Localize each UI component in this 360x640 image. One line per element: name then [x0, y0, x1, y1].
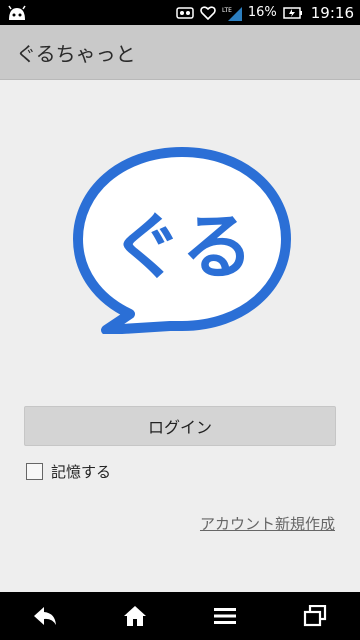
status-bar: LTE 16% 19:16: [0, 0, 360, 25]
android-icon: [8, 5, 26, 20]
app-title: ぐるちゃっと: [16, 41, 136, 66]
back-icon: [34, 607, 56, 625]
recent-apps-button[interactable]: [291, 592, 339, 640]
clock: 19:16: [310, 3, 354, 22]
app-bar: ぐるちゃっと: [0, 25, 360, 80]
home-button[interactable]: [111, 592, 159, 640]
heart-icon: [200, 5, 216, 20]
navigation-bar: [0, 592, 360, 640]
remember-me-checkbox[interactable]: 記憶する: [26, 460, 111, 482]
logo-text: ぐる: [111, 205, 254, 289]
menu-icon: [214, 608, 236, 624]
recent-apps-icon: [303, 605, 327, 627]
back-button[interactable]: [21, 592, 69, 640]
cassette-icon: [176, 6, 194, 19]
battery-charging-icon: [283, 6, 302, 19]
home-icon: [124, 606, 146, 626]
login-screen: ぐる ログイン 記憶する アカウント新規作成: [0, 80, 360, 592]
remember-me-label: 記憶する: [51, 462, 112, 481]
create-account-link[interactable]: アカウント新規作成: [200, 513, 335, 534]
speech-bubble-logo: ぐる: [73, 147, 291, 334]
login-button-label: ログイン: [147, 418, 212, 437]
checkbox-box[interactable]: [26, 462, 43, 480]
signal-icon: LTE: [222, 6, 242, 21]
login-button[interactable]: ログイン: [24, 406, 336, 446]
menu-button[interactable]: [201, 592, 249, 640]
svg-text:LTE: LTE: [222, 7, 232, 14]
battery-percent: 16%: [247, 5, 277, 20]
